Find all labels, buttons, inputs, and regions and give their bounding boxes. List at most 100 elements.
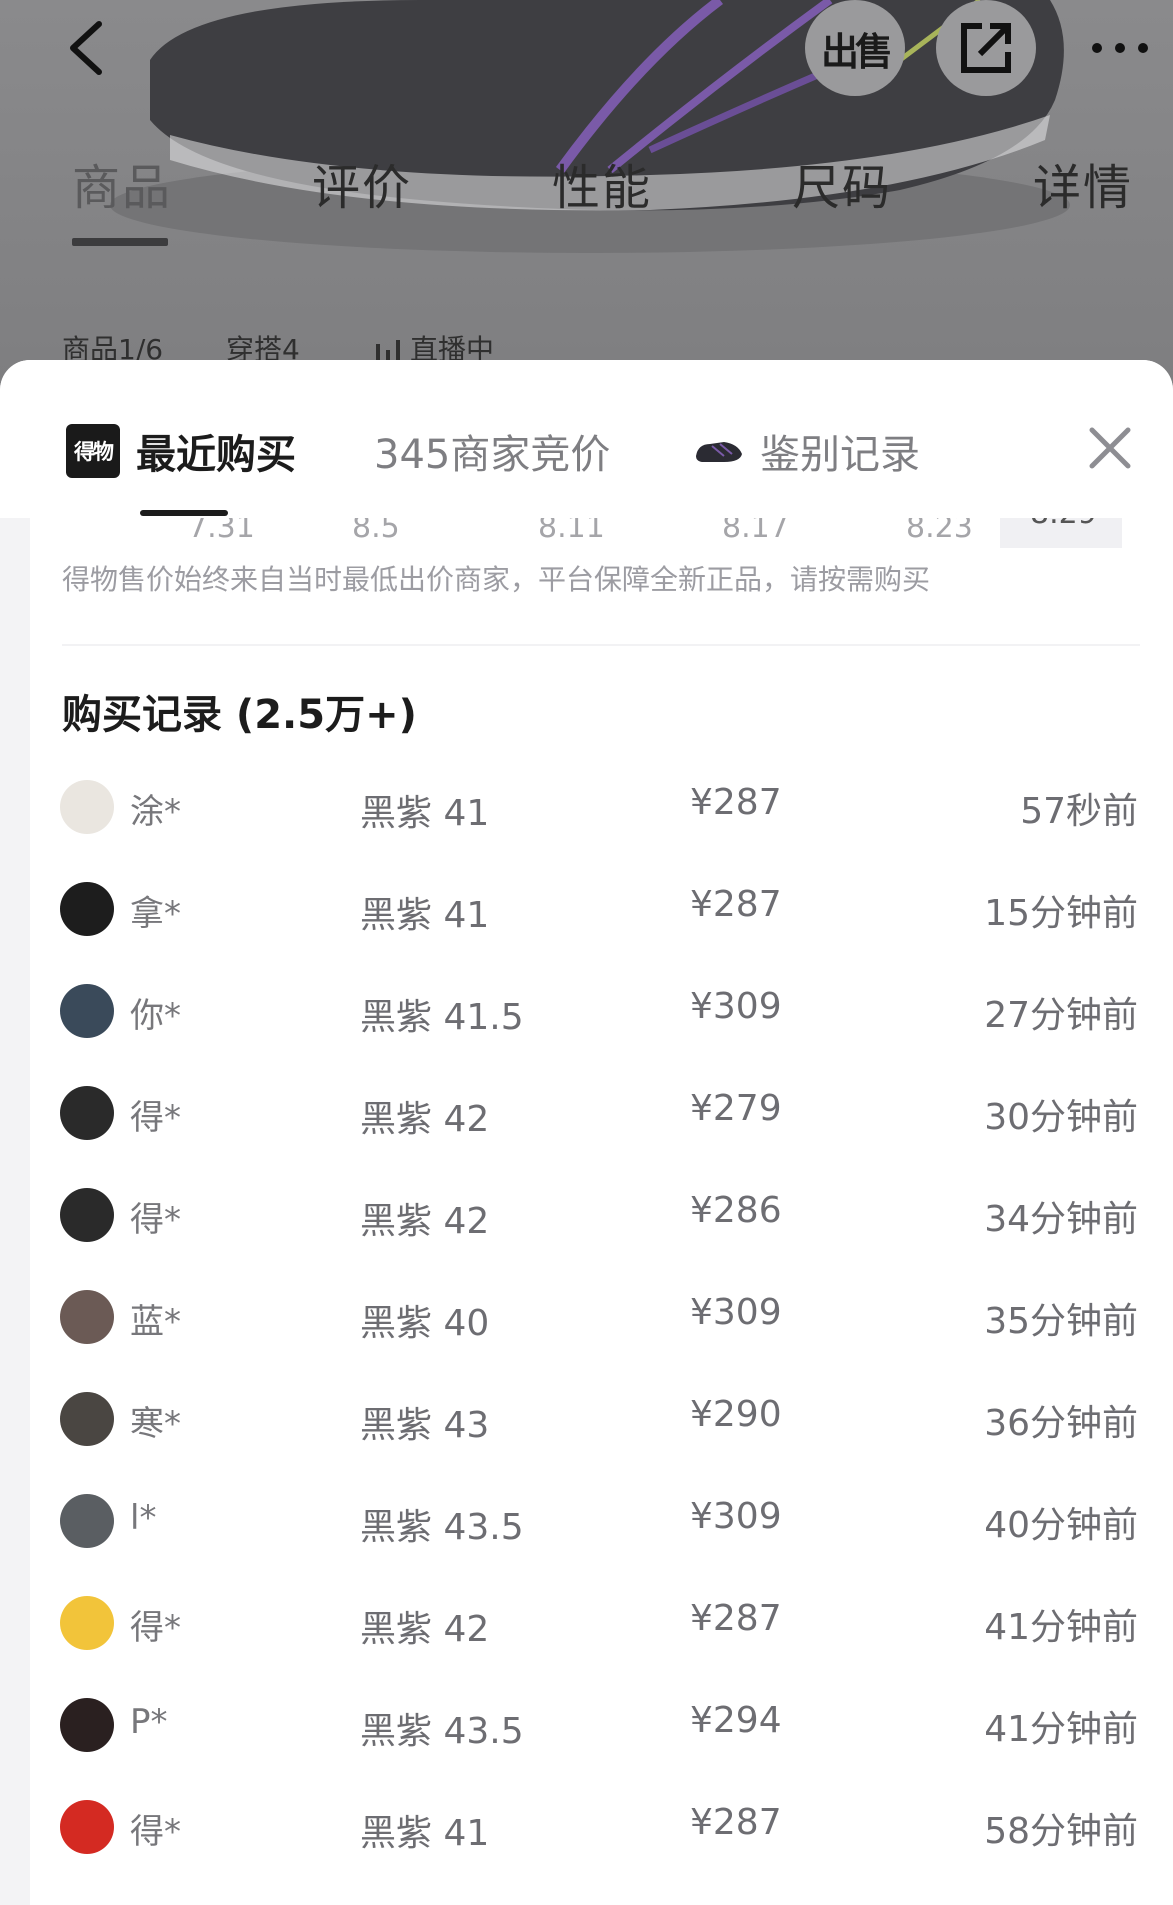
avatar	[60, 984, 114, 1038]
main-tabs: 商品 评价 性能 尺码 详情	[0, 148, 1173, 218]
avatar	[60, 1596, 114, 1650]
variant-size: 黑紫 41	[360, 1813, 490, 1854]
chevron-left-icon	[70, 21, 102, 75]
tab-bidding-label: 345商家竞价	[374, 432, 611, 478]
variant-size: 黑紫 43	[360, 1405, 490, 1446]
purchase-record-row: P* 黑紫 43.5 ¥294 41分钟前	[0, 1674, 1173, 1776]
tab-size[interactable]: 尺码	[792, 148, 892, 218]
tab-recent-purchases[interactable]: 得物 最近购买	[66, 422, 296, 480]
purchase-time: 27分钟前	[984, 995, 1138, 1036]
avatar	[60, 1188, 114, 1242]
purchase-record-row: 得* 黑紫 42 ¥287 41分钟前	[0, 1572, 1173, 1674]
purchase-price: ¥286	[690, 1190, 782, 1231]
share-button[interactable]	[936, 0, 1036, 96]
close-button[interactable]	[1080, 418, 1140, 478]
sell-button[interactable]: 出售	[805, 0, 905, 96]
tab-reviews[interactable]: 评价	[312, 148, 412, 218]
variant-size: 黑紫 41.5	[360, 997, 524, 1038]
tab-merchant-bidding[interactable]: 345商家竞价	[374, 422, 610, 480]
avatar	[60, 1086, 114, 1140]
variant-size: 黑紫 43.5	[360, 1711, 524, 1752]
purchase-time: 58分钟前	[984, 1811, 1138, 1852]
purchase-time: 34分钟前	[984, 1199, 1138, 1240]
dewu-logo-text: 得物	[74, 440, 114, 464]
tab-underline	[72, 238, 168, 246]
sheet-tabs: 得物 最近购买 345商家竞价 鉴别记录	[0, 360, 1173, 518]
purchase-record-row: 寒* 黑紫 43 ¥290 36分钟前	[0, 1368, 1173, 1470]
purchase-record-row: 得* 黑紫 42 ¥279 30分钟前	[0, 1062, 1173, 1164]
variant-size: 黑紫 43.5	[360, 1507, 524, 1548]
purchase-time: 35分钟前	[984, 1301, 1138, 1342]
back-button[interactable]	[55, 18, 115, 78]
avatar	[60, 780, 114, 834]
tab-details[interactable]: 详情	[1033, 148, 1133, 218]
sheet-tab-underline	[140, 510, 228, 516]
purchase-record-row: 得* 黑紫 41 ¥287 58分钟前	[0, 1776, 1173, 1878]
buyer-name: P*	[130, 1702, 168, 1742]
purchase-time: 41分钟前	[984, 1709, 1138, 1750]
variant-size: 黑紫 42	[360, 1609, 490, 1650]
avatar	[60, 882, 114, 936]
shoe-thumbnail-icon	[696, 442, 742, 462]
purchase-time: 30分钟前	[984, 1097, 1138, 1138]
purchase-price: ¥287	[690, 1802, 782, 1843]
close-icon	[1089, 427, 1131, 469]
dewu-logo-icon: 得物	[66, 424, 120, 478]
purchase-time: 40分钟前	[984, 1505, 1138, 1546]
purchase-price: ¥309	[690, 1496, 782, 1537]
recent-purchases-sheet: 得物 最近购买 345商家竞价 鉴别记录 7.31 8.5 8.11 8.17 …	[0, 360, 1173, 1905]
tab-authentication-records[interactable]: 鉴别记录	[694, 422, 920, 480]
tab-product[interactable]: 商品	[72, 148, 172, 218]
purchase-time: 57秒前	[1020, 791, 1138, 832]
purchase-record-row: 拿* 黑紫 41 ¥287 15分钟前	[0, 858, 1173, 960]
buyer-name: l*	[130, 1498, 157, 1538]
purchase-record-row: 得* 黑紫 42 ¥286 34分钟前	[0, 1164, 1173, 1266]
records-title: 购买记录 (2.5万+)	[62, 692, 417, 738]
purchase-price: ¥279	[690, 1088, 782, 1129]
purchase-price: ¥309	[690, 1292, 782, 1333]
tab-performance[interactable]: 性能	[552, 148, 652, 218]
divider	[62, 644, 1140, 646]
tab-recent-label: 最近购买	[136, 432, 296, 478]
price-note: 得物售价始终来自当时最低出价商家，平台保障全新正品，请按需购买	[62, 563, 931, 596]
live-bars-icon	[376, 340, 400, 362]
variant-size: 黑紫 41	[360, 793, 490, 834]
buyer-name: 得*	[130, 1200, 181, 1240]
variant-size: 黑紫 41	[360, 895, 490, 936]
variant-size: 黑紫 42	[360, 1201, 490, 1242]
avatar	[60, 1800, 114, 1854]
sell-label: 出售	[820, 29, 893, 74]
purchase-price: ¥294	[690, 1700, 782, 1741]
avatar	[60, 1392, 114, 1446]
purchase-time: 41分钟前	[984, 1607, 1138, 1648]
buyer-name: 寒*	[130, 1404, 181, 1444]
purchase-price: ¥290	[690, 1394, 782, 1435]
share-icon	[961, 23, 1011, 73]
variant-size: 黑紫 42	[360, 1099, 490, 1140]
avatar	[60, 1290, 114, 1344]
buyer-name: 涂*	[130, 792, 181, 832]
buyer-name: 拿*	[130, 894, 181, 934]
buyer-name: 你*	[130, 996, 181, 1036]
purchase-record-row: 你* 黑紫 41.5 ¥309 27分钟前	[0, 960, 1173, 1062]
buyer-name: 得*	[130, 1812, 181, 1852]
buyer-name: 得*	[130, 1098, 181, 1138]
purchase-record-row: 蓝* 黑紫 40 ¥309 35分钟前	[0, 1266, 1173, 1368]
product-hero: 出售 商品 评价 性能 尺码 详情 商品1/6 穿搭4 直播中	[0, 0, 1173, 420]
purchase-price: ¥309	[690, 986, 782, 1027]
buyer-name: 得*	[130, 1608, 181, 1648]
more-dots-icon	[1092, 43, 1148, 53]
tab-auth-label: 鉴别记录	[760, 432, 920, 478]
purchase-record-row: l* 黑紫 43.5 ¥309 40分钟前	[0, 1470, 1173, 1572]
purchase-price: ¥287	[690, 1598, 782, 1639]
purchase-record-row: 涂* 黑紫 41 ¥287 57秒前	[0, 756, 1173, 858]
variant-size: 黑紫 40	[360, 1303, 490, 1344]
avatar	[60, 1698, 114, 1752]
purchase-price: ¥287	[690, 884, 782, 925]
purchase-time: 15分钟前	[984, 893, 1138, 934]
purchase-price: ¥287	[690, 782, 782, 823]
purchase-time: 36分钟前	[984, 1403, 1138, 1444]
more-button[interactable]	[1080, 20, 1160, 76]
avatar	[60, 1494, 114, 1548]
buyer-name: 蓝*	[130, 1302, 181, 1342]
